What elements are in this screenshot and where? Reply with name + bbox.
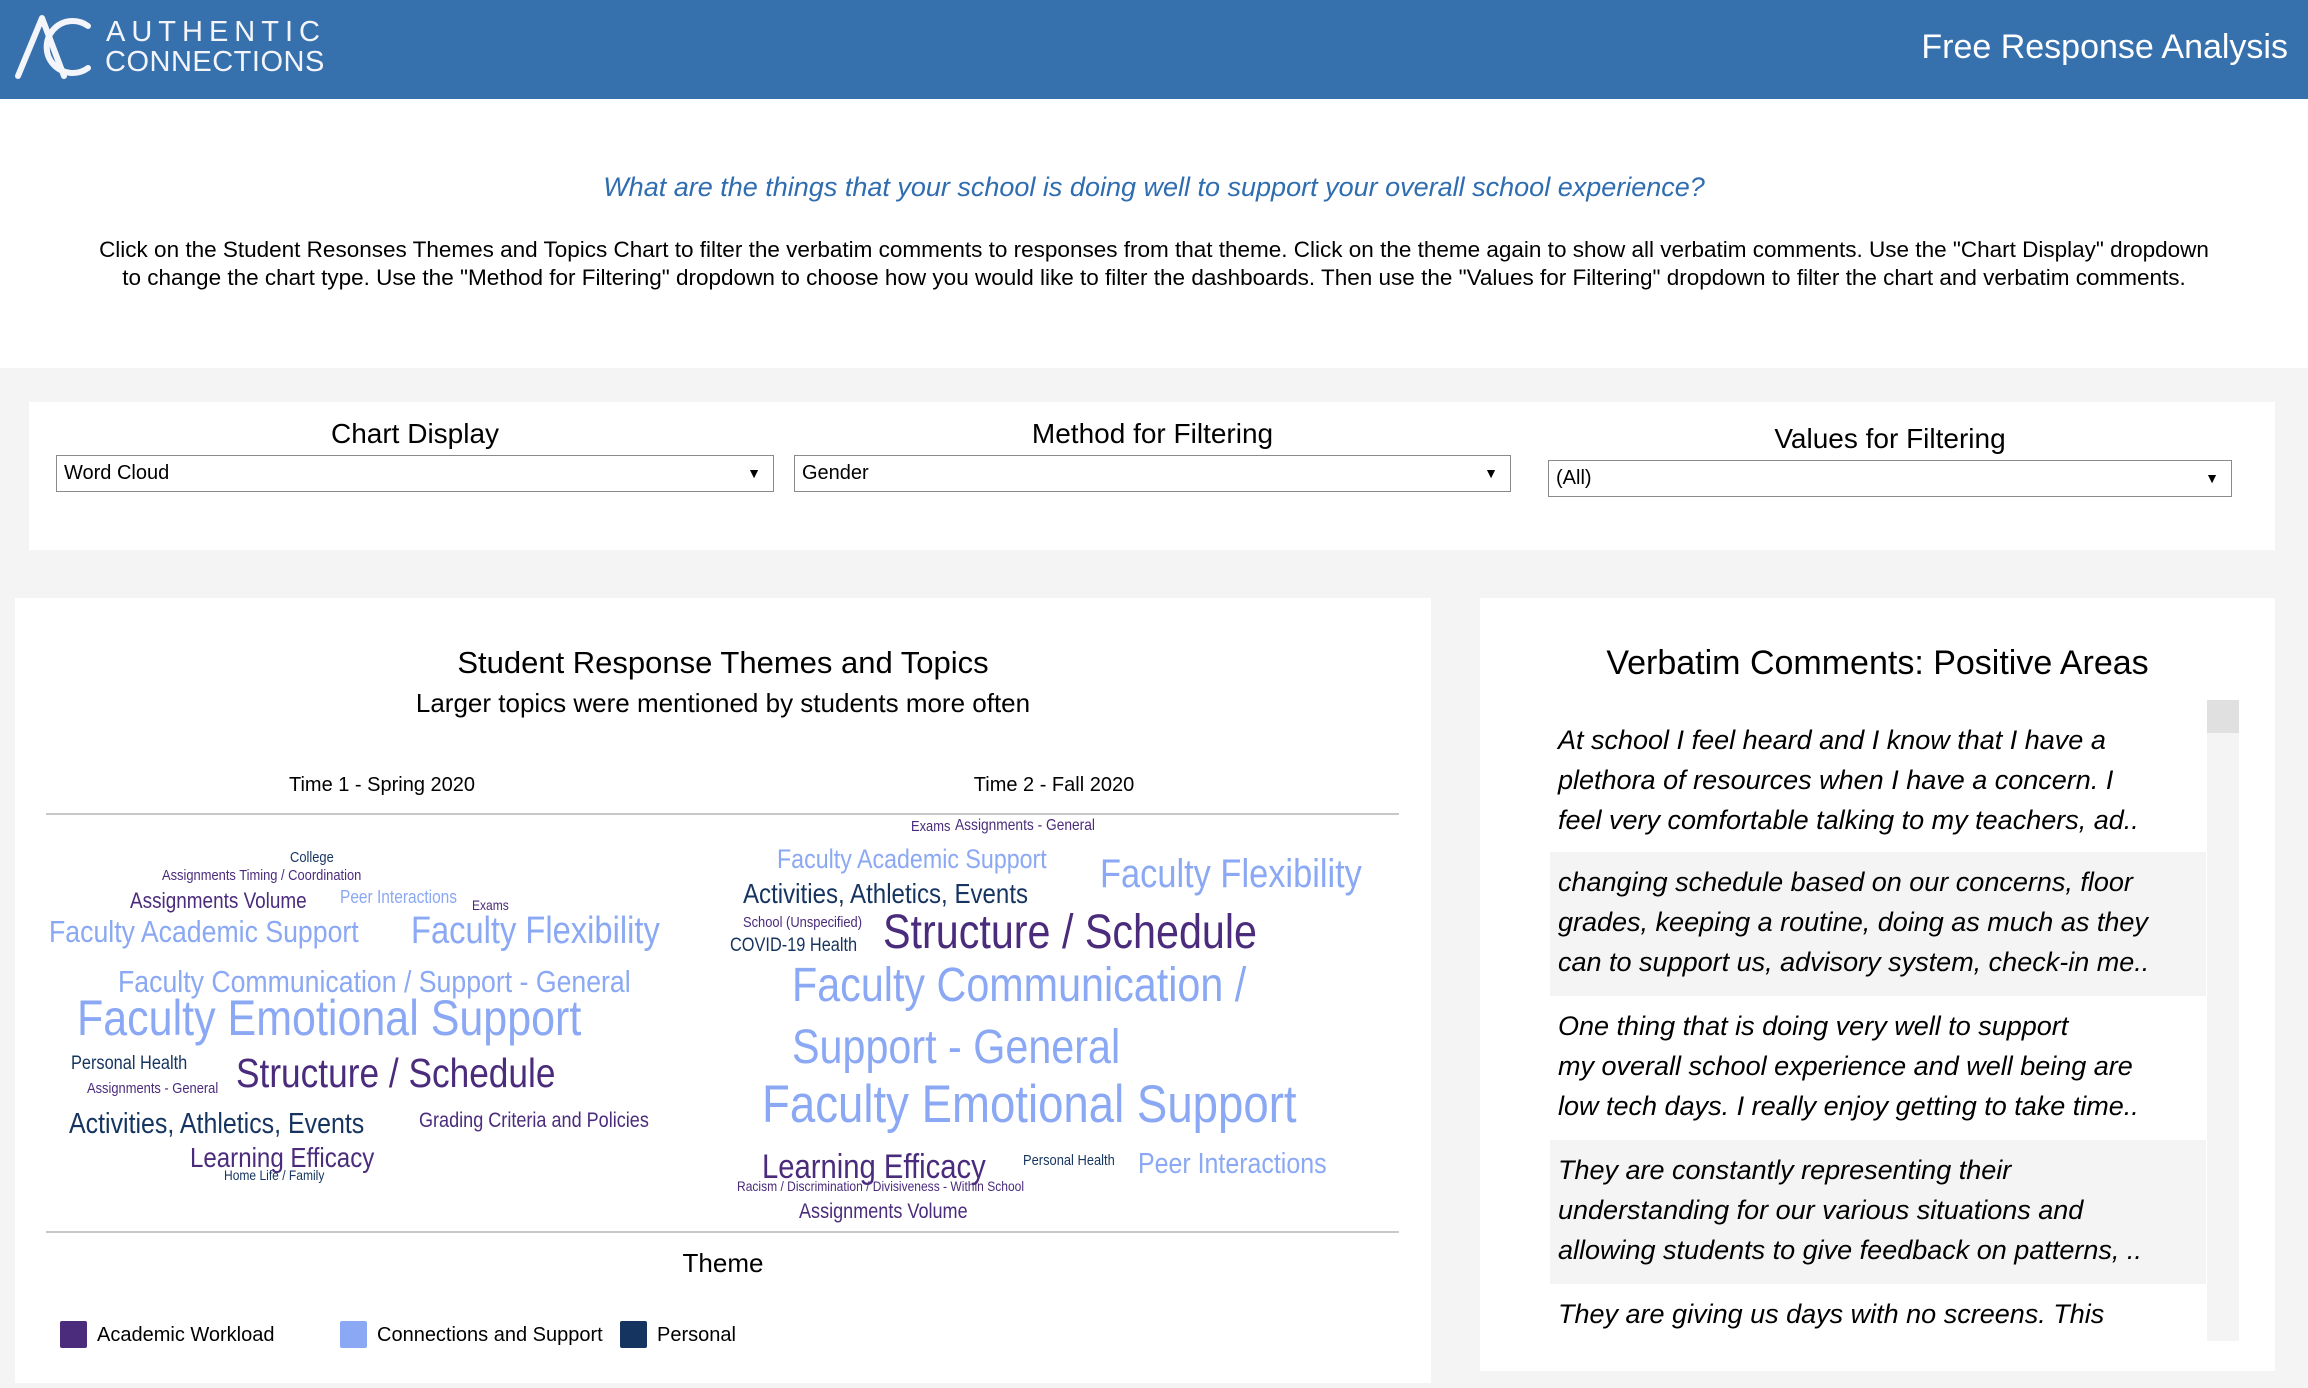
authentic-connections-logo-icon xyxy=(15,15,91,79)
divider xyxy=(46,1231,1399,1233)
word-cloud-topic[interactable]: Home Life / Family xyxy=(224,1168,324,1182)
column-header-time-1: Time 1 - Spring 2020 xyxy=(288,774,476,796)
word-cloud-topic[interactable]: Faculty Academic Support xyxy=(49,916,359,947)
word-cloud-topic[interactable]: Structure / Schedule xyxy=(236,1053,555,1094)
word-cloud-topic[interactable]: Personal Health xyxy=(71,1054,187,1073)
word-cloud-topic[interactable]: Faculty Emotional Support xyxy=(77,993,581,1043)
word-cloud-topic[interactable]: Activities, Athletics, Events xyxy=(69,1110,364,1139)
dropdown-arrow-icon: ▼ xyxy=(1484,465,1498,481)
word-cloud-topic[interactable]: Faculty Flexibility xyxy=(411,912,660,950)
page-title: Free Response Analysis xyxy=(1921,28,2288,66)
comment-item: They are constantly representing their u… xyxy=(1550,1140,2206,1284)
word-cloud-topic[interactable]: College xyxy=(290,850,334,865)
chart-title: Student Response Themes and Topics xyxy=(457,645,989,680)
legend-swatch-personal[interactable] xyxy=(620,1321,647,1348)
legend-label: Connections and Support xyxy=(377,1324,603,1346)
word-cloud-topic[interactable]: Assignments Volume xyxy=(130,889,307,912)
word-cloud-topic[interactable]: Support - General xyxy=(792,1023,1120,1072)
word-cloud-topic[interactable]: Assignments - General xyxy=(955,818,1095,834)
method-for-filtering-label: Method for Filtering xyxy=(1031,418,1274,449)
values-for-filtering-dropdown[interactable]: (All) ▼ xyxy=(1548,460,2232,497)
comment-item: At school I feel heard and I know that I… xyxy=(1558,725,2139,835)
word-cloud-topic[interactable]: Faculty Emotional Support xyxy=(762,1078,1297,1131)
legend-label: Academic Workload xyxy=(97,1324,275,1346)
word-cloud-topic[interactable]: Peer Interactions xyxy=(1138,1150,1327,1179)
method-for-filtering-dropdown[interactable]: Gender ▼ xyxy=(794,455,1511,492)
word-cloud-topic[interactable]: Faculty Flexibility xyxy=(1100,854,1362,894)
chart-subtitle: Larger topics were mentioned by students… xyxy=(415,688,1031,718)
word-cloud-topic[interactable]: Exams xyxy=(911,819,950,834)
chart-display-value: Word Cloud xyxy=(64,462,170,484)
column-header-time-2: Time 2 - Fall 2020 xyxy=(973,774,1135,796)
word-cloud-topic[interactable]: School (Unspecified) xyxy=(743,915,862,930)
dropdown-arrow-icon: ▼ xyxy=(2205,470,2219,486)
survey-question: What are the things that your school is … xyxy=(603,172,1705,202)
legend-label: Personal xyxy=(657,1324,736,1346)
word-cloud-topic[interactable]: COVID-19 Health xyxy=(730,936,857,955)
word-cloud-topic[interactable]: Faculty Communication / xyxy=(792,961,1246,1010)
intro-section xyxy=(0,99,2308,368)
word-cloud-topic[interactable]: Faculty Academic Support xyxy=(777,846,1047,873)
word-cloud-topic[interactable]: Assignments Timing / Coordination xyxy=(162,868,361,883)
comment-item: changing schedule based on our concerns,… xyxy=(1550,852,2206,996)
comment-item: One thing that is doing very well to sup… xyxy=(1558,1011,2139,1121)
legend-title: Theme xyxy=(682,1248,764,1278)
chart-display-label: Chart Display xyxy=(330,418,500,449)
legend-swatch-connections-and-support[interactable] xyxy=(340,1321,367,1348)
chart-display-dropdown[interactable]: Word Cloud ▼ xyxy=(56,455,774,492)
comments-scrollbar[interactable] xyxy=(2207,700,2239,1341)
legend-swatch-academic-workload[interactable] xyxy=(60,1321,87,1348)
word-cloud-topic[interactable]: Activities, Athletics, Events xyxy=(743,879,1028,908)
instructions-text: Click on the Student Resonses Themes and… xyxy=(99,237,2209,290)
values-for-filtering-value: (All) xyxy=(1556,467,1592,489)
word-cloud-topic[interactable]: Structure / Schedule xyxy=(883,908,1257,957)
word-cloud-topic[interactable]: Personal Health xyxy=(1023,1153,1115,1168)
logo-text: AUTHENTIC xyxy=(106,16,326,48)
word-cloud-topic[interactable]: Grading Criteria and Policies xyxy=(419,1110,649,1131)
app-header: AUTHENTIC CONNECTIONS Free Response Anal… xyxy=(0,0,2308,99)
logo-text: CONNECTIONS xyxy=(105,46,325,78)
comment-item: They are giving us days with no screens.… xyxy=(1558,1299,2105,1329)
dropdown-arrow-icon: ▼ xyxy=(747,465,761,481)
divider xyxy=(46,813,1399,815)
comments-title: Verbatim Comments: Positive Areas xyxy=(1606,644,2149,682)
word-cloud-topic[interactable]: Assignments Volume xyxy=(799,1201,968,1222)
scrollbar-thumb[interactable] xyxy=(2207,700,2239,733)
word-cloud-topic[interactable]: Racism / Discrimination / Divisiveness -… xyxy=(737,1179,1024,1193)
values-for-filtering-label: Values for Filtering xyxy=(1774,423,2006,454)
word-cloud-topic[interactable]: Assignments - General xyxy=(87,1081,218,1096)
word-cloud-topic[interactable]: Peer Interactions xyxy=(340,888,457,906)
method-for-filtering-value: Gender xyxy=(802,462,869,484)
